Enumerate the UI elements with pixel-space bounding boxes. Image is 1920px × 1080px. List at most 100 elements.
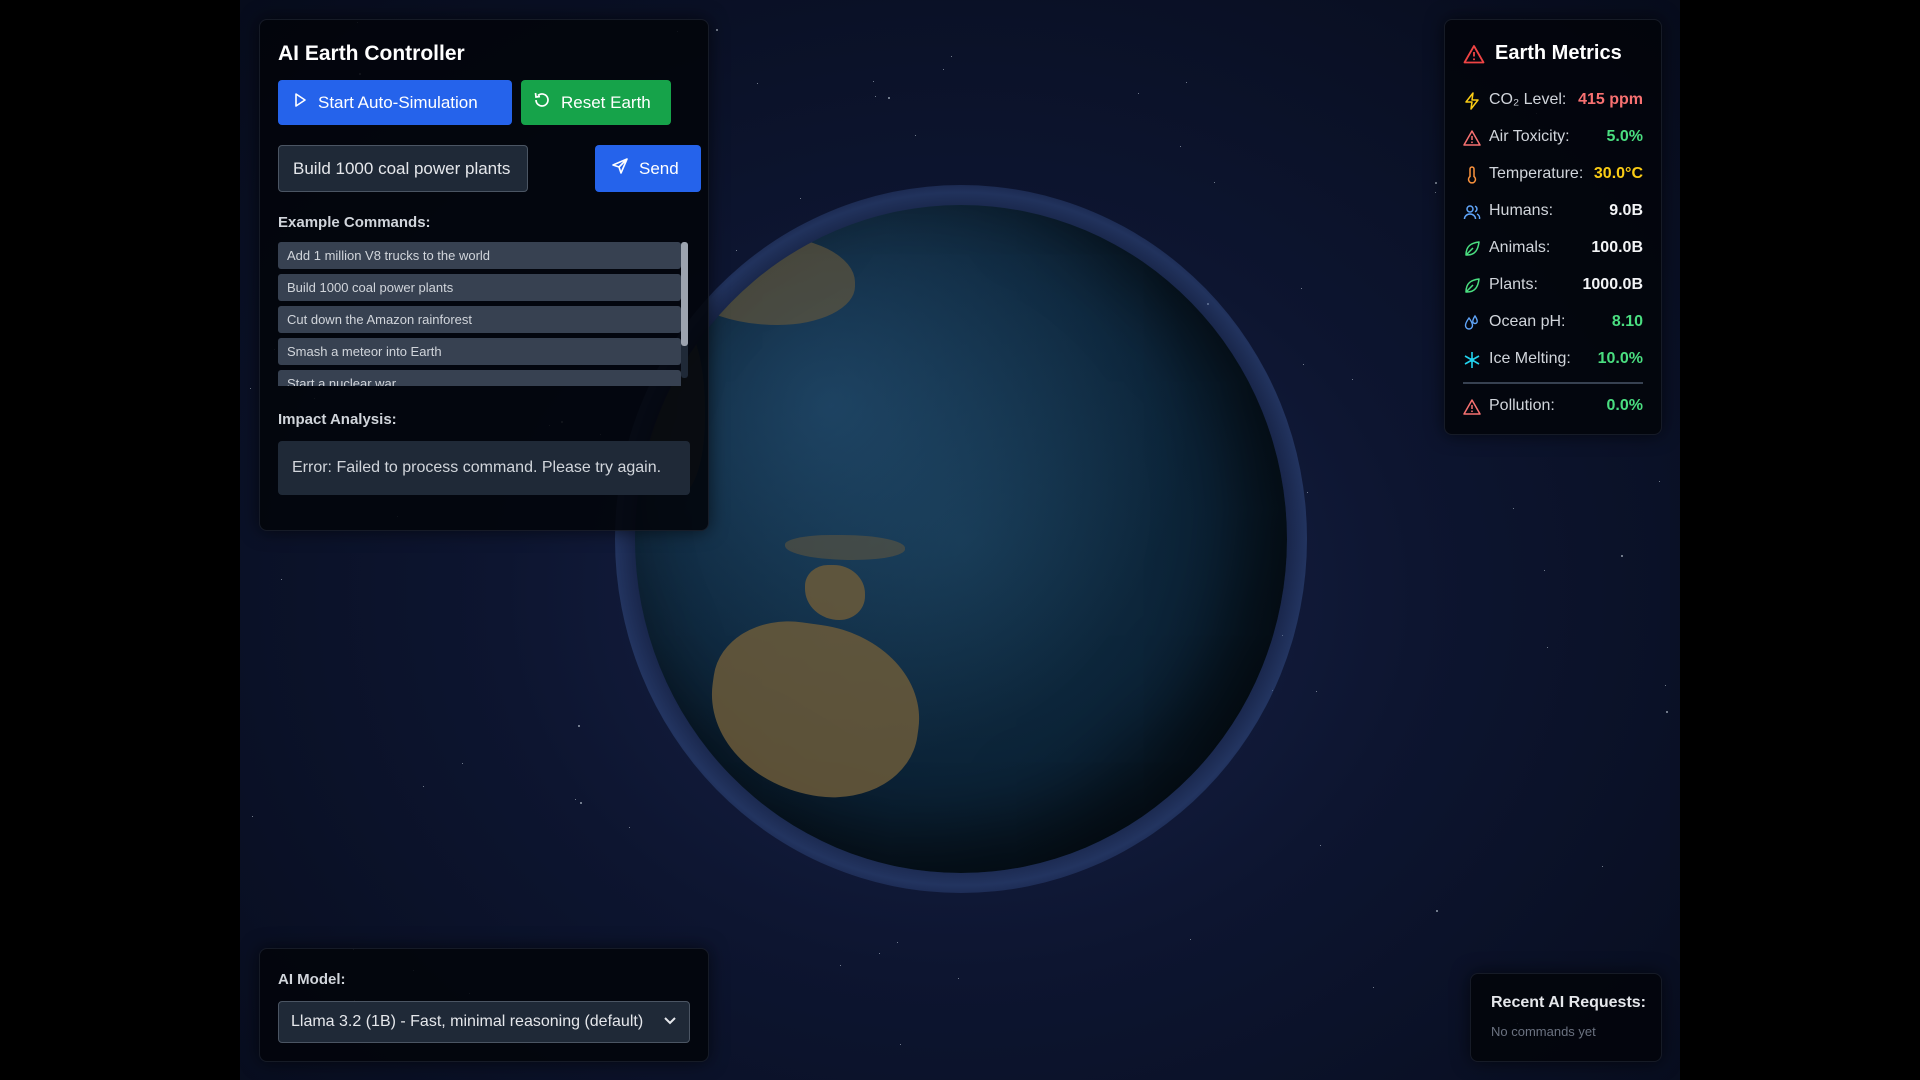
- users-icon: [1463, 203, 1481, 221]
- example-command-item[interactable]: Start a nuclear war: [278, 370, 681, 386]
- metric-label: CO₂ Level:: [1489, 91, 1567, 108]
- example-commands-list[interactable]: Add 1 million V8 trucks to the world Bui…: [278, 242, 692, 386]
- thermometer-icon: [1463, 166, 1481, 184]
- star: [629, 827, 630, 828]
- earth-metrics-panel: Earth Metrics CO₂ Level: 415 ppm Air Tox…: [1444, 19, 1662, 435]
- start-auto-simulation-label: Start Auto-Simulation: [318, 92, 478, 112]
- star: [423, 786, 424, 787]
- metric-plants: Plants: 1000.0B: [1463, 274, 1643, 298]
- recent-requests-panel: Recent AI Requests: No commands yet: [1470, 973, 1662, 1062]
- star: [1547, 647, 1548, 648]
- reset-earth-button[interactable]: Reset Earth: [521, 80, 671, 125]
- ai-model-selected-value: Llama 3.2 (1B) - Fast, minimal reasoning…: [291, 1013, 644, 1030]
- example-command-item[interactable]: Cut down the Amazon rainforest: [278, 306, 681, 333]
- star: [1186, 82, 1187, 83]
- snowflake-icon: [1463, 351, 1481, 369]
- example-command-item[interactable]: Smash a meteor into Earth: [278, 338, 681, 365]
- leaf-icon: [1463, 277, 1481, 295]
- star: [578, 725, 580, 727]
- metric-label: Animals:: [1489, 239, 1551, 256]
- send-label: Send: [639, 158, 679, 178]
- metric-label: Ocean pH:: [1489, 313, 1566, 330]
- star: [1436, 910, 1438, 912]
- metric-ice-melting: Ice Melting: 10.0%: [1463, 348, 1643, 372]
- star: [580, 802, 582, 804]
- star: [1544, 570, 1545, 571]
- metric-pollution: Pollution: 0.0%: [1463, 395, 1643, 419]
- star: [1373, 987, 1374, 988]
- metric-label: Temperature:: [1489, 165, 1584, 182]
- start-auto-simulation-button[interactable]: Start Auto-Simulation: [278, 80, 512, 125]
- impact-analysis-label: Impact Analysis:: [278, 411, 397, 428]
- reset-earth-label: Reset Earth: [561, 92, 651, 112]
- star: [1659, 481, 1660, 482]
- star: [1621, 555, 1623, 557]
- metric-value: 415 ppm: [1578, 91, 1643, 108]
- star: [252, 816, 253, 817]
- play-icon: [292, 92, 308, 113]
- star: [800, 198, 801, 199]
- metric-label: Plants:: [1489, 276, 1538, 293]
- lightning-icon: [1463, 92, 1481, 110]
- chevron-down-icon: [663, 1013, 677, 1032]
- metric-animals: Animals: 100.0B: [1463, 237, 1643, 261]
- star: [943, 69, 944, 70]
- command-input[interactable]: [278, 145, 528, 192]
- star: [575, 799, 576, 800]
- star: [958, 978, 959, 979]
- metric-label: Air Toxicity:: [1489, 128, 1570, 145]
- warning-icon: [1463, 398, 1481, 416]
- star: [281, 579, 282, 580]
- examples-scrollbar[interactable]: [681, 242, 688, 378]
- star: [1180, 146, 1181, 147]
- metrics-title: Earth Metrics: [1495, 42, 1622, 64]
- leaf-icon: [1463, 240, 1481, 258]
- star: [716, 29, 718, 31]
- metric-co2-level: CO₂ Level: 415 ppm: [1463, 89, 1643, 113]
- metric-value: 9.0B: [1609, 202, 1643, 219]
- send-button[interactable]: Send: [595, 145, 701, 192]
- recent-requests-empty: No commands yet: [1491, 1024, 1596, 1039]
- star: [1138, 93, 1139, 94]
- star: [1352, 379, 1353, 380]
- star: [1665, 685, 1666, 686]
- metric-temperature: Temperature: 30.0°C: [1463, 163, 1643, 187]
- metric-value: 30.0°C: [1593, 165, 1643, 182]
- star: [1513, 508, 1514, 509]
- metric-label: Ice Melting:: [1489, 350, 1571, 367]
- droplet-icon: [1463, 314, 1481, 332]
- star: [1435, 192, 1436, 193]
- star: [951, 56, 952, 57]
- example-command-item[interactable]: Build 1000 coal power plants: [278, 274, 681, 301]
- star: [888, 97, 890, 99]
- metric-value: 5.0%: [1606, 128, 1643, 145]
- earth-controller-panel: AI Earth Controller Start Auto-Simulatio…: [259, 19, 709, 531]
- metric-label: Pollution:: [1489, 397, 1555, 414]
- warning-icon: [1463, 44, 1485, 69]
- star: [875, 96, 876, 97]
- ai-model-label: AI Model:: [278, 971, 346, 988]
- star: [462, 763, 463, 764]
- recent-requests-title: Recent AI Requests:: [1491, 994, 1646, 1011]
- ai-model-panel: AI Model: Llama 3.2 (1B) - Fast, minimal…: [259, 948, 709, 1062]
- metric-value: 8.10: [1611, 313, 1643, 330]
- star: [1190, 939, 1191, 940]
- star: [250, 388, 251, 389]
- metric-label: Humans:: [1489, 202, 1554, 219]
- star: [1666, 711, 1668, 713]
- star: [900, 1044, 901, 1045]
- metric-value: 10.0%: [1597, 350, 1643, 367]
- impact-analysis-output: Error: Failed to process command. Please…: [278, 441, 690, 495]
- star: [1316, 691, 1317, 692]
- ai-model-select[interactable]: Llama 3.2 (1B) - Fast, minimal reasoning…: [278, 1001, 690, 1043]
- star: [897, 942, 898, 943]
- star: [1602, 866, 1603, 867]
- star: [1303, 364, 1304, 365]
- star: [873, 81, 874, 82]
- examples-scrollbar-thumb[interactable]: [681, 242, 688, 346]
- metric-value: 100.0B: [1591, 239, 1643, 256]
- example-command-item[interactable]: Add 1 million V8 trucks to the world: [278, 242, 681, 269]
- earth-globe[interactable]: [635, 205, 1287, 873]
- metric-ocean-ph: Ocean pH: 8.10: [1463, 311, 1643, 335]
- metrics-divider: [1463, 382, 1643, 384]
